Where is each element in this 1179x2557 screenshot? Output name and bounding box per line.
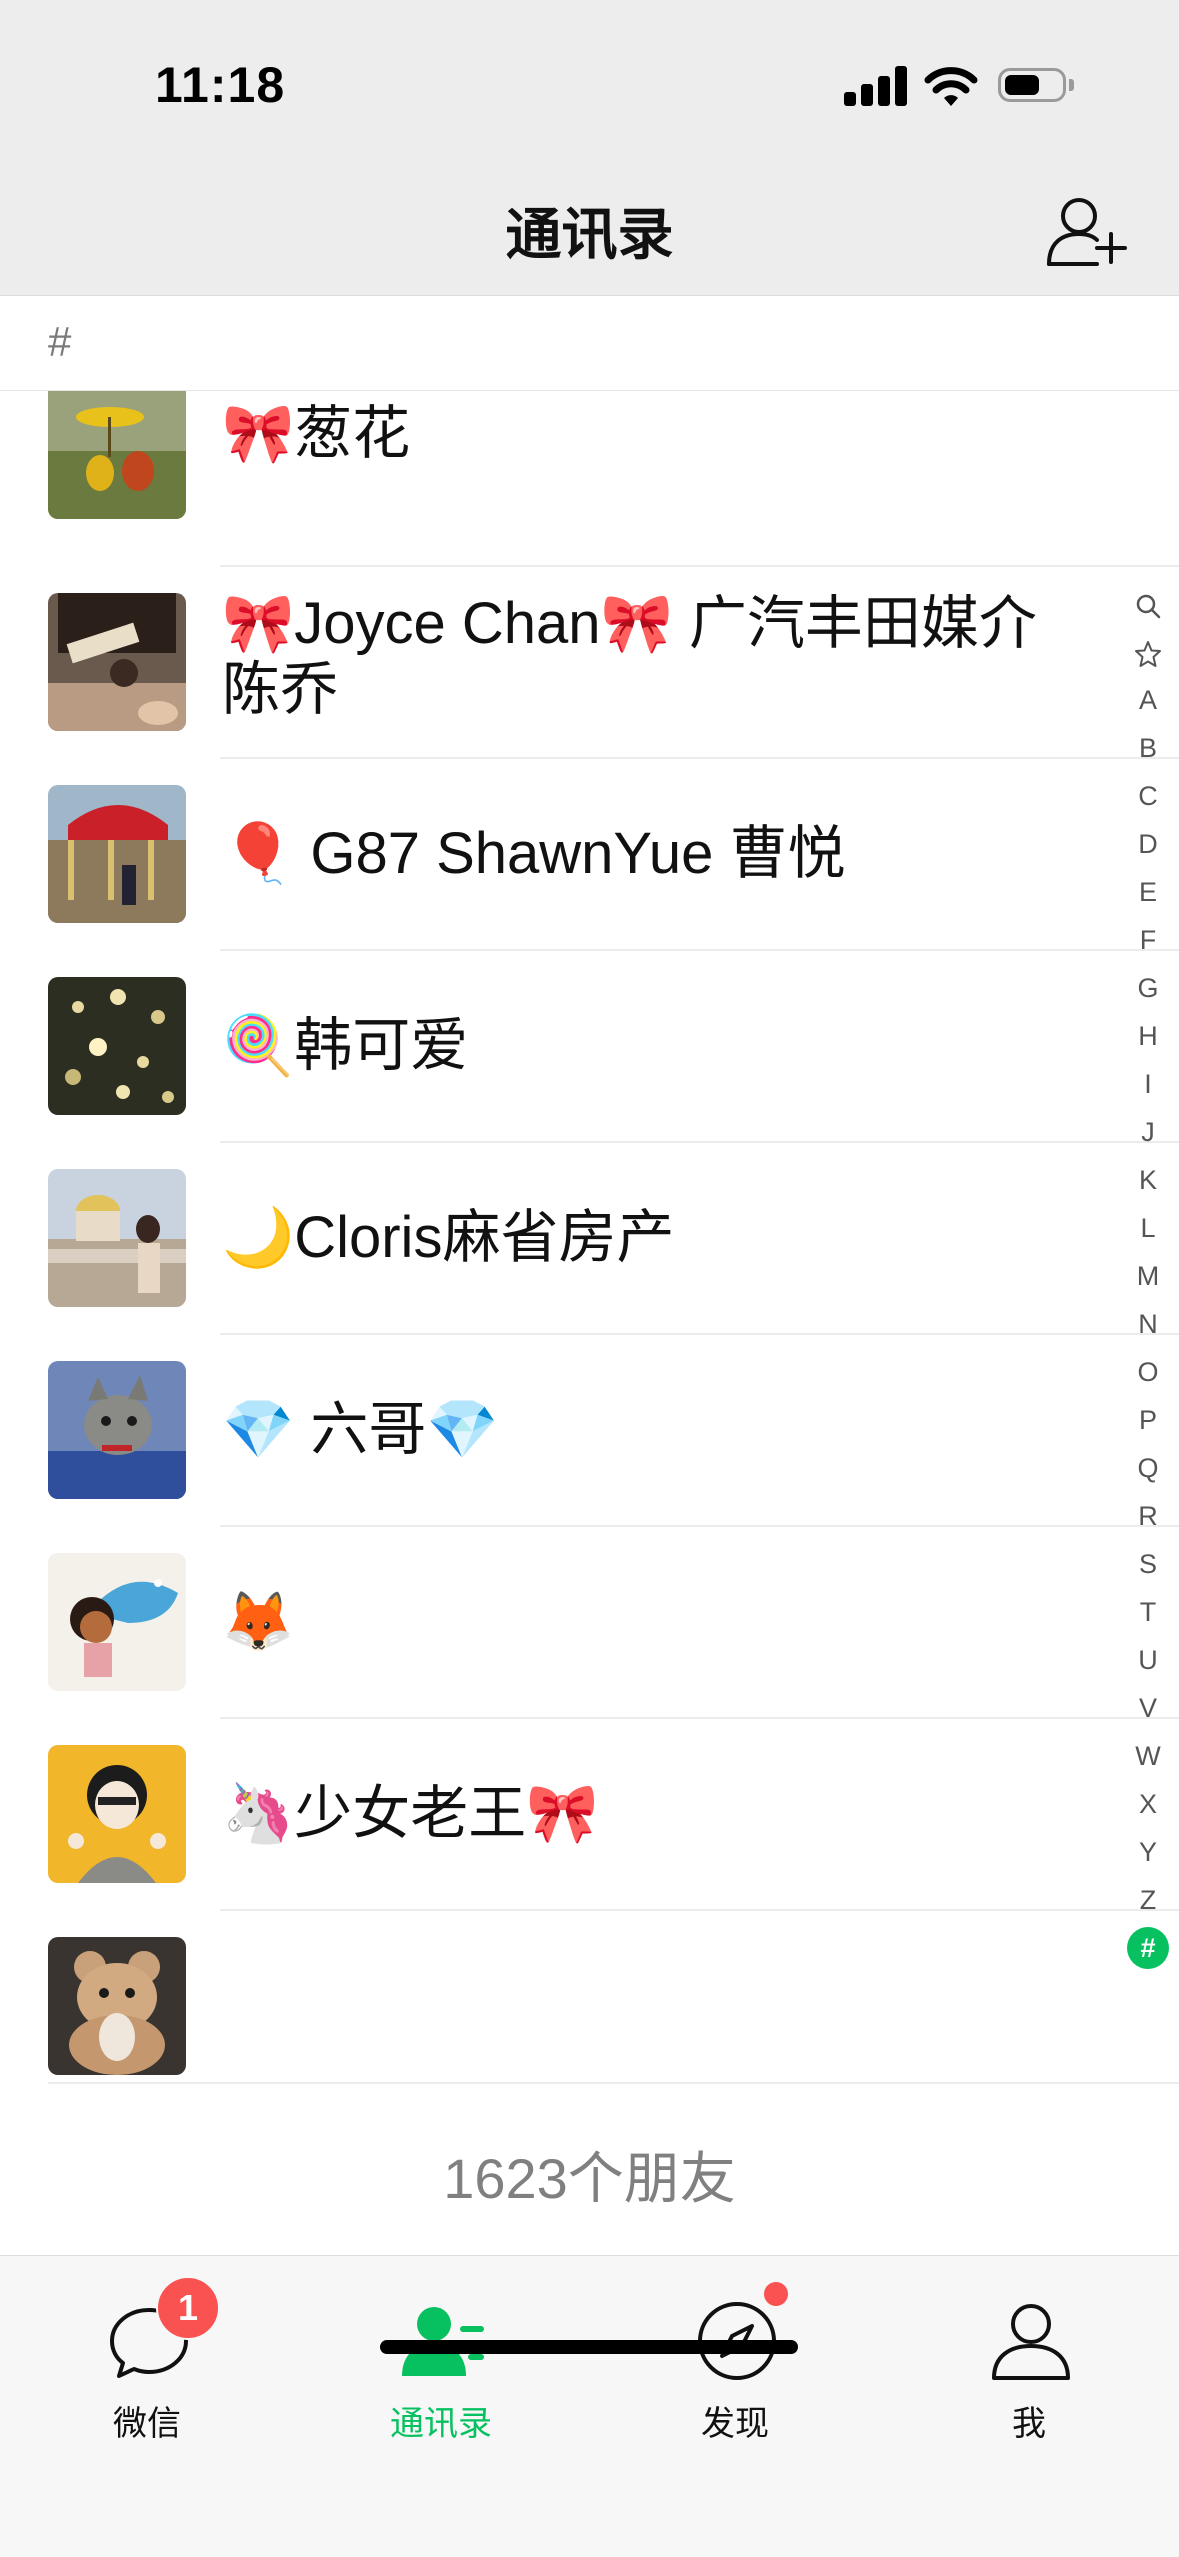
index-search-icon[interactable] xyxy=(1128,580,1168,628)
tab-label: 发现 xyxy=(701,2405,769,2443)
index-letter-active[interactable]: # xyxy=(1127,1927,1169,1969)
contact-name: 💎 六哥💎 xyxy=(222,1397,499,1462)
add-contact-icon[interactable] xyxy=(1045,192,1129,268)
avatar xyxy=(48,1745,186,1883)
contact-name: 🍭韩可爱 xyxy=(222,1013,469,1078)
index-letter[interactable]: H xyxy=(1128,1012,1168,1060)
index-letter[interactable]: Y xyxy=(1128,1828,1168,1876)
index-letter[interactable]: G xyxy=(1128,964,1168,1012)
index-letter[interactable]: Q xyxy=(1128,1444,1168,1492)
avatar xyxy=(48,977,186,1115)
home-indicator[interactable] xyxy=(380,2340,798,2354)
avatar xyxy=(48,391,186,519)
person-icon xyxy=(992,2304,1070,2380)
wifi-icon xyxy=(924,67,978,106)
tab-bar: 1 微信 通讯录 发现 我 xyxy=(0,2255,1179,2557)
index-letter[interactable]: T xyxy=(1128,1588,1168,1636)
index-letter[interactable]: M xyxy=(1128,1252,1168,1300)
contact-name: 🎀Joyce Chan🎀 广汽丰田媒介陈乔 xyxy=(222,591,1037,722)
cellular-signal-icon xyxy=(844,66,908,106)
contact-row[interactable]: 🦄少女老王🎀 xyxy=(0,1719,1179,1911)
index-letter[interactable]: R xyxy=(1128,1492,1168,1540)
index-letter[interactable]: U xyxy=(1128,1636,1168,1684)
page-title: 通讯录 xyxy=(505,203,674,266)
contact-name: 🎀葱花 xyxy=(222,401,411,466)
contact-row[interactable]: 🦊 xyxy=(0,1527,1179,1719)
index-letter[interactable]: E xyxy=(1128,868,1168,916)
section-letter: # xyxy=(48,318,72,365)
alphabet-index[interactable]: A B C D E F G H I J K L M N O P Q R S T … xyxy=(1127,580,1169,1969)
index-letter[interactable]: X xyxy=(1128,1780,1168,1828)
contact-name: 🎈 G87 ShawnYue 曹悦 xyxy=(222,821,846,886)
index-letter[interactable]: C xyxy=(1128,772,1168,820)
index-letter[interactable]: L xyxy=(1128,1204,1168,1252)
contact-name: 🦊 xyxy=(222,1589,295,1654)
index-letter[interactable]: F xyxy=(1128,916,1168,964)
top-bar: 11:18 通讯录 xyxy=(0,0,1179,296)
index-letter[interactable]: O xyxy=(1128,1348,1168,1396)
contact-row[interactable]: 🌙Cloris麻省房产 xyxy=(0,1143,1179,1335)
index-letter[interactable]: P xyxy=(1128,1396,1168,1444)
tab-contacts[interactable]: 通讯录 xyxy=(294,2256,588,2456)
contact-row[interactable]: 🎈 G87 ShawnYue 曹悦 xyxy=(0,759,1179,951)
index-letter[interactable]: B xyxy=(1128,724,1168,772)
index-star-icon[interactable] xyxy=(1128,628,1168,676)
contact-list[interactable]: 🎀葱花 🎀Joyce Chan🎀 广汽丰田媒介陈乔 🎈 G87 ShawnYue… xyxy=(0,391,1179,2081)
avatar xyxy=(48,1553,186,1691)
contact-row[interactable]: 🎀Joyce Chan🎀 广汽丰田媒介陈乔 xyxy=(0,567,1179,759)
battery-icon xyxy=(998,68,1076,106)
divider xyxy=(48,2082,1179,2084)
avatar xyxy=(48,1937,186,2075)
index-letter[interactable]: A xyxy=(1128,676,1168,724)
avatar xyxy=(48,1169,186,1307)
tab-label: 我 xyxy=(1012,2405,1046,2443)
index-letter[interactable]: S xyxy=(1128,1540,1168,1588)
contact-row[interactable]: 🎀葱花 xyxy=(0,391,1179,567)
tab-label: 通讯录 xyxy=(390,2405,492,2443)
index-letter[interactable]: J xyxy=(1128,1108,1168,1156)
avatar xyxy=(48,593,186,731)
tab-label: 微信 xyxy=(113,2405,181,2443)
tab-discover[interactable]: 发现 xyxy=(588,2256,882,2456)
contact-row[interactable]: 💎 六哥💎 xyxy=(0,1335,1179,1527)
tab-chats[interactable]: 1 微信 xyxy=(0,2256,294,2456)
contact-name: 🌙Cloris麻省房产 xyxy=(222,1205,675,1270)
section-header: # xyxy=(0,296,1179,391)
index-letter[interactable]: V xyxy=(1128,1684,1168,1732)
status-time: 11:18 xyxy=(155,57,286,113)
index-letter[interactable]: K xyxy=(1128,1156,1168,1204)
friend-count: 1623个朋友 xyxy=(443,2147,736,2210)
index-letter[interactable]: D xyxy=(1128,820,1168,868)
index-letter[interactable]: N xyxy=(1128,1300,1168,1348)
notification-dot xyxy=(764,2282,788,2306)
index-letter[interactable]: Z xyxy=(1128,1876,1168,1924)
avatar xyxy=(48,1361,186,1499)
index-letter[interactable]: W xyxy=(1128,1732,1168,1780)
index-letter[interactable]: I xyxy=(1128,1060,1168,1108)
unread-badge: 1 xyxy=(156,2276,220,2340)
avatar xyxy=(48,785,186,923)
contact-name: 🦄少女老王🎀 xyxy=(222,1781,599,1846)
contact-row[interactable] xyxy=(0,1911,1179,2081)
tab-me[interactable]: 我 xyxy=(882,2256,1176,2456)
contact-row[interactable]: 🍭韩可爱 xyxy=(0,951,1179,1143)
